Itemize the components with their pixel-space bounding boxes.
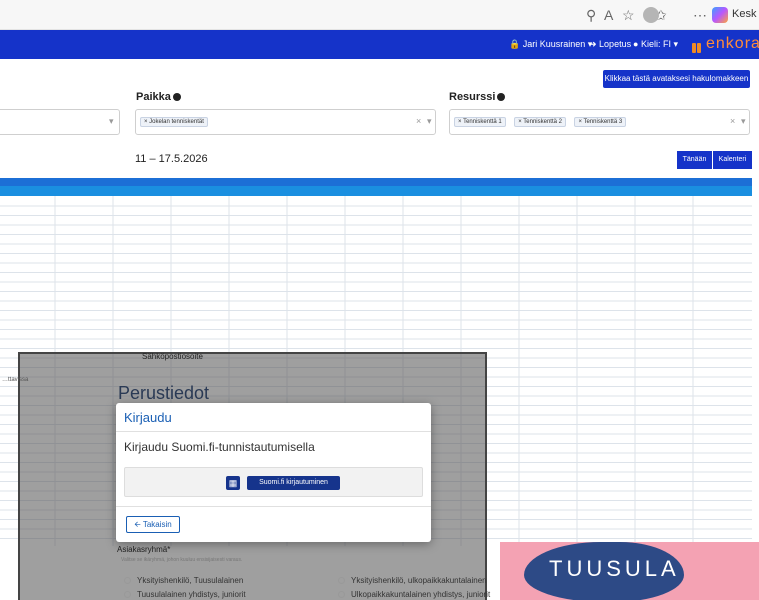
language-menu[interactable]: ● Kieli: FI ▾ xyxy=(633,39,678,50)
radio-icon[interactable] xyxy=(124,591,131,598)
location-label: Paikka xyxy=(136,91,181,103)
chevron-down-icon[interactable]: ▾ xyxy=(109,116,114,127)
clear-icon[interactable]: × xyxy=(416,116,421,126)
chevron-down-icon[interactable]: ▾ xyxy=(741,116,746,127)
resource-chip[interactable]: × Tenniskenttä 3 xyxy=(574,117,627,127)
user-menu[interactable]: 🔒 Jari Kuusrainen ▾ xyxy=(509,39,592,50)
radio-icon[interactable] xyxy=(338,577,345,584)
app-header: 🔒 Jari Kuusrainen ▾ ➜ Lopetus ● Kieli: F… xyxy=(0,30,759,59)
calendar-resource-header xyxy=(0,186,752,196)
info-icon xyxy=(172,93,181,101)
login-modal: Kirjaudu Kirjaudu Suomi.fi-tunnistautumi… xyxy=(116,403,431,542)
today-button[interactable]: Tänään xyxy=(677,151,712,169)
arrow-left-icon: 🡨 xyxy=(134,520,141,529)
more-icon[interactable]: ⋯ xyxy=(693,7,707,23)
open-search-form-button[interactable]: Klikkaa tästä avataksesi hakulomakkeen xyxy=(603,70,750,88)
divider xyxy=(116,431,431,432)
location-chip[interactable]: × Jokelan tenniskentät xyxy=(140,117,208,127)
calendar-day-header xyxy=(0,178,752,186)
logo-icon xyxy=(692,40,702,53)
customer-group-option[interactable]: Yksityishenkilö, ulkopaikkakuntalainen xyxy=(338,576,487,585)
browser-profile-label: Kesk xyxy=(732,8,757,20)
language-label: Kieli: FI xyxy=(640,39,671,49)
browser-toolbar: ⚲ A ☆ ✩ ⋯ Kesk xyxy=(0,0,759,30)
profile-icon[interactable] xyxy=(643,7,659,23)
resource-select[interactable]: × Tenniskenttä 1 × Tenniskenttä 2 × Tenn… xyxy=(449,109,750,135)
logo: enkora xyxy=(706,35,759,52)
section-title: Perustiedot xyxy=(118,383,210,403)
suomifi-logo-icon[interactable]: ▦ xyxy=(226,476,240,490)
calendar-button[interactable]: Kalenteri xyxy=(713,151,752,169)
zoom-icon[interactable]: ⚲ xyxy=(586,7,596,23)
date-range: 11 – 17.5.2026 xyxy=(135,153,208,165)
read-aloud-icon[interactable]: A xyxy=(604,7,613,23)
info-icon xyxy=(497,93,506,101)
email-label: Sähköpostiosoite xyxy=(142,352,203,361)
modal-subtitle: Kirjaudu Suomi.fi-tunnistautumisella xyxy=(124,440,315,454)
suomifi-login-button[interactable]: Suomi.fi kirjautuminen xyxy=(247,476,340,490)
resource-label: Resurssi xyxy=(449,91,506,103)
customer-group-hint: Valitse se ikäryhmä, johon kuuluu ensisi… xyxy=(121,557,243,563)
customer-group-option[interactable]: Yksityishenkilö, Tuusulalainen xyxy=(124,576,243,585)
suomifi-login-box: ▦ Suomi.fi kirjautuminen xyxy=(124,467,423,497)
customer-group-option[interactable]: Tuusulalainen yhdistys, juniorit xyxy=(124,590,246,599)
clear-icon[interactable]: × xyxy=(730,116,735,126)
tuusula-banner: TUUSULA xyxy=(500,542,759,600)
resource-chip[interactable]: × Tenniskenttä 2 xyxy=(514,117,566,127)
back-button[interactable]: 🡨 Takaisin xyxy=(126,516,180,533)
user-name: Jari Kuusrainen xyxy=(522,39,586,49)
customer-group-option[interactable]: Ulkopaikkakuntalainen yhdistys, juniorit xyxy=(338,590,490,599)
favorite-star-icon[interactable]: ☆ xyxy=(622,7,635,23)
resource-chip[interactable]: × Tenniskenttä 1 xyxy=(454,117,506,127)
customer-group-label: Asiakasryhmä* xyxy=(117,545,171,554)
banner-text: TUUSULA xyxy=(549,556,680,581)
modal-title: Kirjaudu xyxy=(124,410,172,425)
truncated-text: …ttavissa xyxy=(2,377,29,383)
logout-label: Lopetus xyxy=(599,39,632,49)
copilot-icon[interactable] xyxy=(712,7,728,23)
radio-icon[interactable] xyxy=(338,591,345,598)
chevron-down-icon[interactable]: ▾ xyxy=(427,116,432,127)
location-select[interactable]: × Jokelan tenniskentät × ▾ xyxy=(135,109,436,135)
divider xyxy=(116,506,431,507)
logout-link[interactable]: ➜ Lopetus xyxy=(589,39,631,50)
radio-icon[interactable] xyxy=(124,577,131,584)
filter-select-left[interactable]: ▾ xyxy=(0,109,120,135)
